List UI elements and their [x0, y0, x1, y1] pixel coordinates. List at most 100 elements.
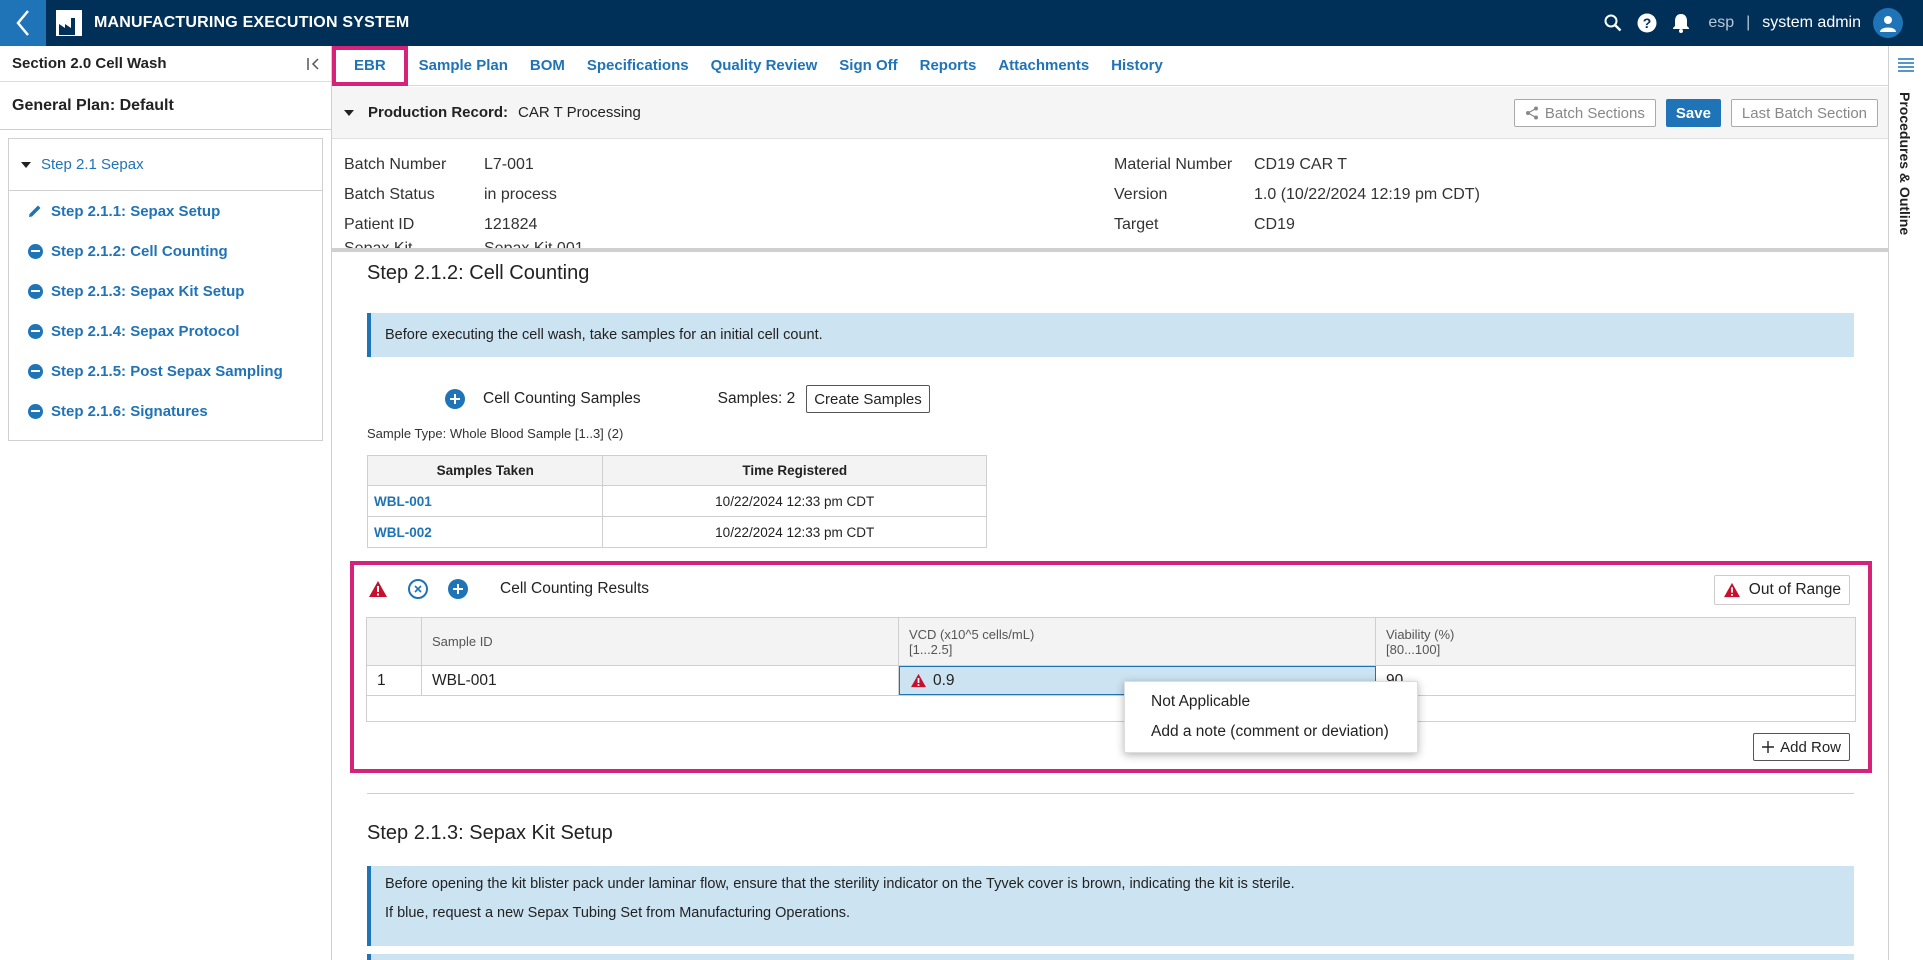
production-record-label: Production Record:	[368, 104, 509, 121]
time-registered: 10/22/2024 12:33 pm CDT	[602, 485, 987, 517]
avatar[interactable]	[1873, 8, 1903, 38]
outline-menu-icon[interactable]	[1898, 58, 1914, 72]
info-version: Version 1.0 (10/22/2024 12:19 pm CDT)	[1114, 186, 1480, 204]
step-item-sepax-protocol[interactable]: Step 2.1.4: Sepax Protocol	[9, 311, 322, 351]
header-text: Viability (%)	[1386, 626, 1455, 642]
menu-item-add-note[interactable]: Add a note (comment or deviation)	[1125, 717, 1417, 747]
step-item-post-sepax-sampling[interactable]: Step 2.1.5: Post Sepax Sampling	[9, 351, 322, 391]
tenant-label: esp	[1708, 14, 1735, 31]
minus-circle-icon	[27, 363, 43, 379]
warning-icon	[369, 581, 387, 597]
row-number: 1	[367, 666, 422, 695]
separator: |	[1746, 14, 1751, 31]
tab-attachments[interactable]: Attachments	[987, 46, 1100, 86]
batch-info: Batch Number L7-001 Batch Status in proces…	[332, 140, 1888, 248]
clear-circle-icon[interactable]	[408, 579, 428, 599]
samples-count: Samples: 2	[717, 390, 796, 407]
add-row-label: Add Row	[1780, 738, 1841, 756]
back-button[interactable]	[0, 0, 46, 46]
info-sepax-kit: Sepax KitSepax Kit 001	[344, 240, 584, 248]
info-key: Target	[1114, 216, 1159, 233]
info-target: Target CD19	[1114, 216, 1295, 234]
header-text: Sample ID	[432, 634, 493, 649]
info-batch-status: Batch Status in process	[344, 186, 557, 204]
share-icon	[1525, 106, 1538, 120]
tab-specifications[interactable]: Specifications	[576, 46, 700, 86]
step-item-label: Step 2.1.5: Post Sepax Sampling	[51, 362, 283, 380]
table-row: WBL-002 10/22/2024 12:33 pm CDT	[366, 516, 987, 548]
tab-bom[interactable]: BOM	[519, 46, 576, 86]
step-parent-sepax[interactable]: Step 2.1 Sepax	[9, 139, 322, 191]
step-item-sepax-setup[interactable]: Step 2.1.1: Sepax Setup	[9, 191, 322, 231]
kit-setup-banner: Before opening the kit blister pack unde…	[367, 866, 1854, 946]
svg-text:?: ?	[1643, 15, 1652, 31]
info-value: Sepax Kit 001	[484, 240, 584, 248]
step-item-label: Step 2.1.3: Sepax Kit Setup	[51, 282, 245, 300]
batch-sections-button[interactable]: Batch Sections	[1513, 99, 1656, 127]
viability-cell[interactable]: 90	[1376, 666, 1856, 695]
row-num-header	[367, 618, 422, 665]
step-item-sepax-kit-setup[interactable]: Step 2.1.3: Sepax Kit Setup	[9, 271, 322, 311]
section-header: Section 2.0 Cell Wash	[0, 46, 331, 82]
production-record-value: CAR T Processing	[518, 104, 641, 121]
minus-circle-icon	[27, 283, 43, 299]
sample-id-cell[interactable]: WBL-001	[422, 666, 899, 695]
tab-bar: EBR Sample Plan BOM Specifications Quali…	[332, 45, 1888, 86]
info-key: Patient ID	[344, 216, 415, 233]
cell-counting-title: Step 2.1.2: Cell Counting	[367, 262, 590, 284]
samples-label: Cell Counting Samples	[483, 390, 641, 407]
header-text: VCD (x10^5 cells/mL)	[909, 626, 1035, 642]
caret-down-icon[interactable]	[344, 109, 354, 116]
table-row: 1 WBL-001 0.9 90	[367, 666, 1855, 696]
tab-history[interactable]: History	[1100, 46, 1174, 86]
left-panel: Section 2.0 Cell Wash General Plan: Defa…	[0, 46, 332, 960]
add-row-button[interactable]: Add Row	[1753, 733, 1850, 761]
step-item-cell-counting[interactable]: Step 2.1.2: Cell Counting	[9, 231, 322, 271]
info-value: in process	[484, 186, 557, 203]
add-circle-icon[interactable]	[448, 579, 468, 599]
info-value: CD19	[1254, 216, 1295, 233]
info-key: Batch Status	[344, 186, 435, 203]
column-header-sample-id: Sample ID	[422, 618, 899, 665]
bell-icon[interactable]	[1670, 12, 1692, 34]
tab-quality-review[interactable]: Quality Review	[700, 46, 829, 86]
sample-link[interactable]: WBL-002	[366, 516, 604, 548]
search-icon[interactable]	[1602, 12, 1624, 34]
right-rail: Procedures & Outline	[1888, 46, 1923, 960]
user-name[interactable]: system admin	[1762, 14, 1861, 32]
info-value: CD19 CAR T	[1254, 156, 1348, 173]
next-banner	[367, 954, 1854, 960]
chevron-left-icon	[16, 10, 29, 36]
tab-sample-plan[interactable]: Sample Plan	[408, 46, 519, 86]
save-button[interactable]: Save	[1665, 99, 1721, 127]
column-header-viability: Viability (%) [80...100]	[1376, 618, 1856, 665]
add-circle-icon[interactable]	[445, 389, 465, 409]
help-icon[interactable]: ?	[1636, 12, 1658, 34]
tab-ebr[interactable]: EBR	[332, 45, 408, 86]
step-item-signatures[interactable]: Step 2.1.6: Signatures	[9, 391, 322, 431]
cell-counting-banner: Before executing the cell wash, take sam…	[367, 313, 1854, 357]
step-parent-label: Step 2.1 Sepax	[41, 156, 144, 173]
samples-table: Samples Taken Time Registered WBL-001 10…	[366, 455, 987, 548]
collapse-panel-icon[interactable]	[305, 55, 323, 73]
procedures-outline-label[interactable]: Procedures & Outline	[1897, 92, 1913, 235]
step-item-label: Step 2.1.1: Sepax Setup	[51, 202, 221, 220]
header-range: [80...100]	[1386, 641, 1441, 657]
sample-link[interactable]: WBL-001	[366, 485, 604, 517]
info-key: Batch Number	[344, 156, 447, 173]
info-patient-id: Patient ID 121824	[344, 216, 537, 234]
minus-circle-icon	[27, 403, 43, 419]
create-samples-button[interactable]: Create Samples	[806, 385, 930, 413]
sample-type: Sample Type: Whole Blood Sample [1..3] (…	[367, 426, 624, 441]
plus-icon	[1762, 741, 1775, 753]
tab-sign-off[interactable]: Sign Off	[828, 46, 908, 86]
column-header-vcd: VCD (x10^5 cells/mL) [1...2.5]	[899, 618, 1376, 665]
column-header: Time Registered	[602, 455, 987, 486]
out-of-range-badge: Out of Range	[1713, 575, 1850, 605]
tab-reports[interactable]: Reports	[909, 46, 988, 86]
pencil-icon	[27, 203, 43, 219]
last-batch-section-button[interactable]: Last Batch Section	[1730, 99, 1878, 127]
header-range: [1...2.5]	[909, 641, 953, 657]
warning-icon	[1723, 582, 1740, 598]
menu-item-not-applicable[interactable]: Not Applicable	[1125, 687, 1417, 717]
